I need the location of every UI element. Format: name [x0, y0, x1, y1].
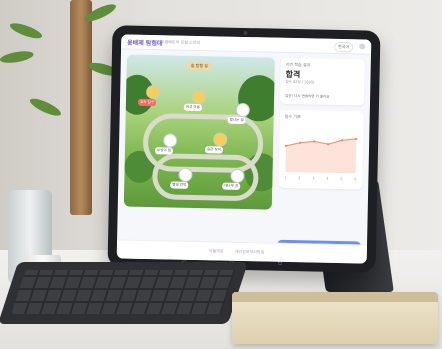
map-node-label: 부엉이 집 [154, 147, 174, 155]
chart-x-tick: 2 [298, 176, 300, 180]
terms-link[interactable]: 이용약관 [209, 248, 224, 254]
chart-x-tick: 3 [312, 176, 314, 180]
recent-icon[interactable]: ▭ [278, 261, 283, 267]
score-chart: 1 2 3 4 5 6 [284, 137, 358, 181]
tablet-screen: 윤배제 탐험대 완두콩배트의 모험 스토리 한국어 숲 탐험 길 숲속 입구 버… [116, 34, 372, 264]
top-bar: 윤배제 탐험대 완두콩배트의 모험 스토리 한국어 [121, 34, 372, 55]
chart-x-tick: 1 [284, 176, 286, 180]
chart-x-tick: 6 [354, 177, 356, 181]
app-subtitle: 완두콩배트의 모험 스토리 [157, 39, 201, 46]
map-node-label: 버섯 마을 [183, 103, 202, 112]
chart-x-tick: 4 [326, 177, 329, 181]
score-chart-card: 점수 기록 1 2 3 4 5 6 [278, 109, 364, 190]
chart-area: 1 2 3 4 5 6 [281, 124, 360, 184]
result-value: 합격 [285, 69, 301, 80]
map-node-label: 숲속 입구 [137, 98, 157, 107]
adventure-map: 숲 탐험 길 숲속 입구 버섯 마을 빛나는 샘 부엉이 집 숨은 보석 별빛 … [123, 54, 275, 210]
side-panel: 이번 학습 결과 합격 점수 82점 / 100점 잠깐! 다시 연습하면 더 … [276, 57, 365, 258]
map-node-label: 빛나는 샘 [227, 116, 246, 125]
tablet: 윤배제 탐험대 완두콩배트의 모험 스토리 한국어 숲 탐험 길 숲속 입구 버… [107, 25, 381, 273]
notebook-spine [232, 292, 438, 302]
map-node-label: 대나무 길 [222, 182, 241, 190]
result-label: 이번 학습 결과 [285, 61, 311, 68]
retry-option[interactable]: 잠깐! 다시 연습하면 더 좋아요 [285, 94, 330, 100]
map-node[interactable] [146, 84, 161, 100]
notebook [232, 292, 438, 344]
keyboard-keys [11, 270, 236, 314]
map-node-label: 별빛 언덕 [170, 181, 189, 189]
chart-title: 점수 기록 [284, 113, 301, 120]
profile-icon[interactable] [359, 43, 366, 50]
chart-x-tick: 5 [340, 177, 342, 181]
camera [243, 30, 248, 36]
map-node[interactable] [191, 89, 207, 105]
result-detail: 점수 82점 / 100점 [285, 79, 314, 85]
map-node-label: 숨은 보석 [204, 146, 224, 154]
privacy-link[interactable]: 개인정보처리방침 [235, 249, 265, 256]
language-select[interactable]: 한국어 [334, 41, 354, 53]
result-card: 이번 학습 결과 합격 점수 82점 / 100점 잠깐! 다시 연습하면 더 … [279, 57, 365, 106]
plant-trunk [70, 0, 92, 215]
keyboard [0, 262, 249, 324]
map-banner: 숲 탐험 길 [186, 61, 213, 71]
